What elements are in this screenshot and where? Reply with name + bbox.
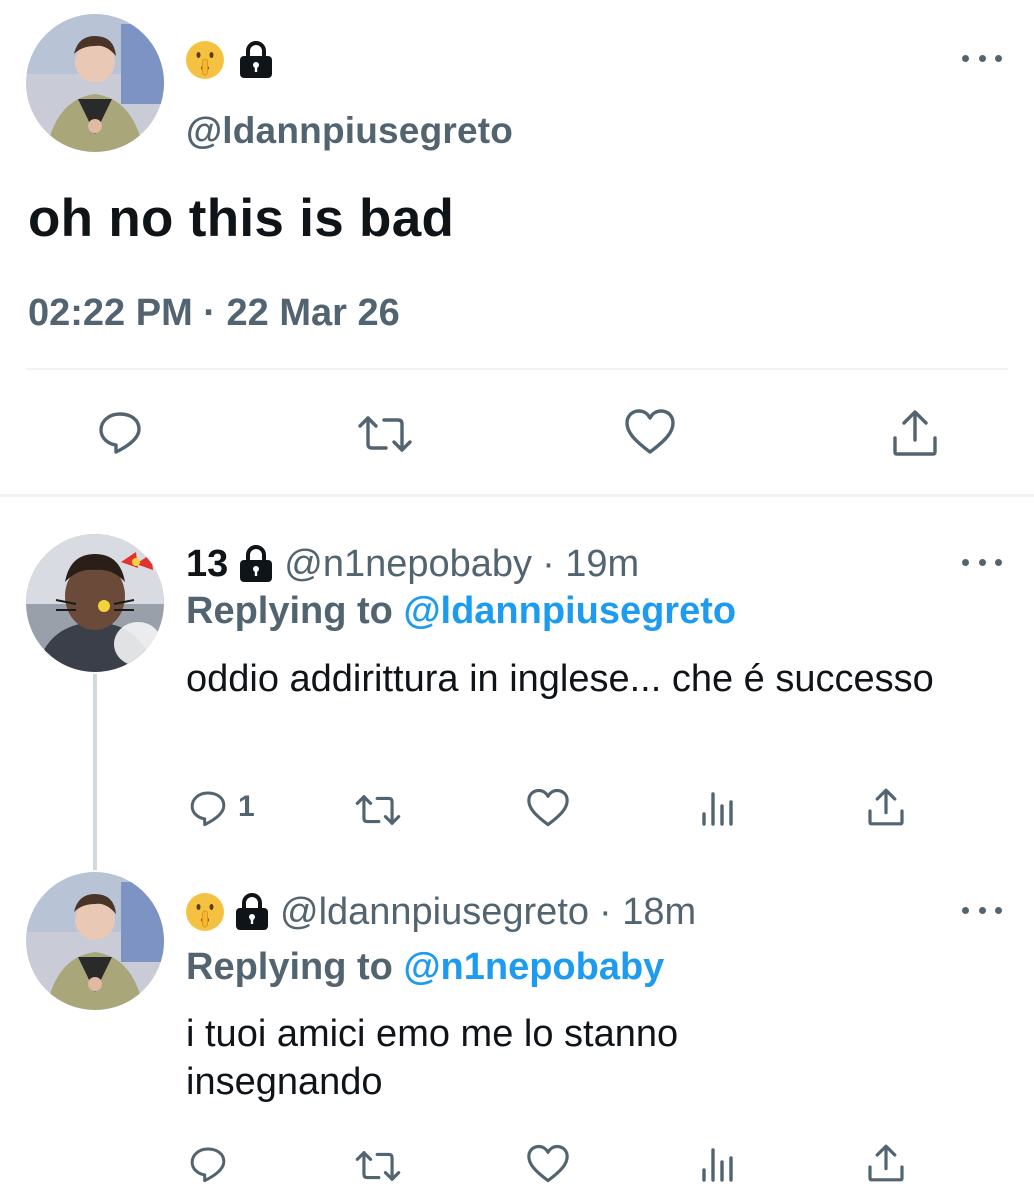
more-options-button[interactable] [962, 52, 1002, 64]
like-icon[interactable] [624, 408, 676, 456]
reply-header: 13 @n1nepobaby · 19m [186, 540, 639, 588]
replying-to-handle[interactable]: @ldannpiusegreto [403, 590, 736, 632]
reply-avatar[interactable] [26, 872, 164, 1010]
reply-time[interactable]: · 18m [599, 891, 696, 934]
section-divider [0, 494, 1034, 497]
share-icon[interactable] [890, 408, 940, 458]
reply-handle[interactable]: @n1nepobaby [284, 543, 532, 586]
reply-text: oddio addirittura in inglese... che é su… [186, 658, 934, 700]
divider [26, 368, 1008, 370]
reply-avatar[interactable] [26, 534, 164, 672]
lock-icon [234, 892, 270, 932]
analytics-icon[interactable] [698, 1144, 738, 1184]
reply-icon[interactable] [96, 408, 144, 456]
main-handle[interactable]: @ldannpiusegreto [186, 110, 513, 152]
tweet-timestamp[interactable]: 02:22 PM · 22 Mar 26 [28, 292, 400, 335]
reply-icon[interactable] [188, 788, 228, 828]
retweet-icon[interactable] [356, 410, 414, 458]
retweet-icon[interactable] [354, 1146, 402, 1186]
reply-display-name[interactable]: 13 [186, 543, 228, 586]
tweet-text: oh no this is bad [28, 189, 455, 248]
replying-to: Replying to @n1nepobaby [186, 946, 664, 989]
like-icon[interactable] [526, 788, 570, 828]
analytics-icon[interactable] [698, 788, 738, 828]
shushing-face-emoji-icon [186, 41, 224, 79]
reply-count: 1 [238, 790, 255, 823]
shushing-face-emoji-icon [186, 893, 224, 931]
lock-icon [238, 544, 274, 584]
share-icon[interactable] [866, 1142, 906, 1184]
lock-icon [238, 40, 274, 80]
reply-icon[interactable] [188, 1144, 228, 1184]
replying-to: Replying to @ldannpiusegreto [186, 590, 736, 633]
like-icon[interactable] [526, 1144, 570, 1184]
main-avatar[interactable] [26, 14, 164, 152]
reply-time[interactable]: · 19m [542, 543, 639, 586]
reply-handle[interactable]: @ldannpiusegreto [280, 891, 589, 934]
more-options-button[interactable] [962, 904, 1002, 916]
replying-label: Replying to [186, 590, 393, 632]
retweet-icon[interactable] [354, 790, 402, 830]
reply-text: i tuoi amici emo me lo stanno insegnando [186, 1013, 679, 1103]
reply-header: @ldannpiusegreto · 18m [186, 888, 696, 936]
replying-to-handle[interactable]: @n1nepobaby [403, 946, 664, 988]
more-options-button[interactable] [962, 556, 1002, 568]
main-display-name [186, 40, 274, 80]
replying-label: Replying to [186, 946, 393, 988]
share-icon[interactable] [866, 786, 906, 828]
thread-connector [93, 674, 97, 870]
